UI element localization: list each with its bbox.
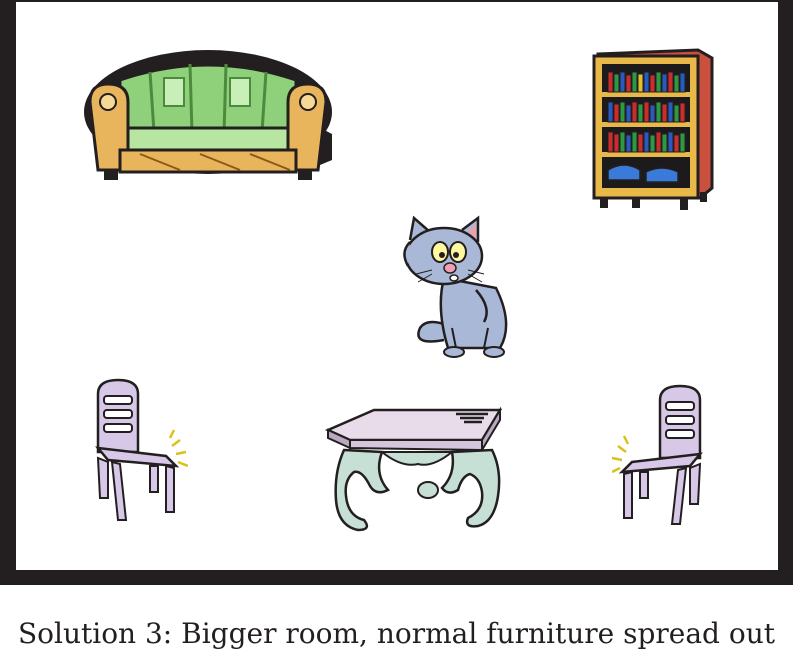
cat-icon: [403, 215, 508, 358]
caption: Solution 3: Bigger room, normal furnitur…: [17, 617, 776, 650]
bookshelf-icon: [592, 48, 714, 210]
chair-icon: [95, 378, 188, 521]
sofa-icon: [84, 50, 332, 180]
table-icon: [324, 406, 503, 532]
chair-icon: [612, 384, 703, 525]
room-floor: [16, 2, 778, 570]
room-frame: [0, 0, 793, 585]
